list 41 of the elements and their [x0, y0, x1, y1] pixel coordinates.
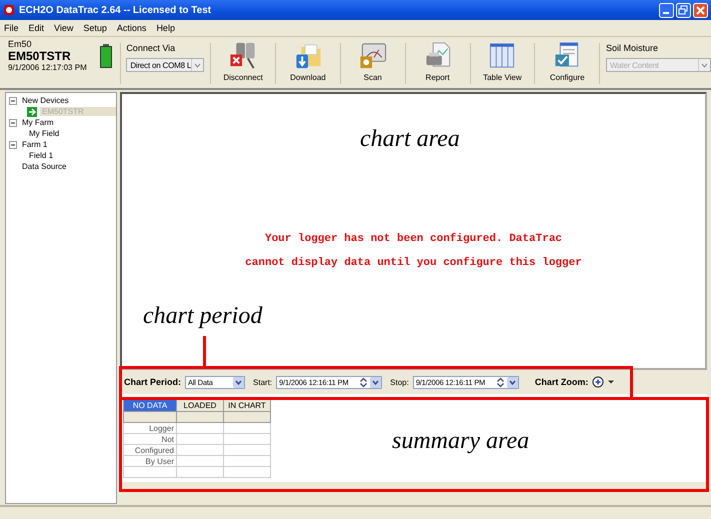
tree-item[interactable]: New Devices [20, 96, 71, 105]
tree-item[interactable]: My Field [27, 129, 62, 138]
tree-item[interactable]: Farm 1 [20, 140, 50, 149]
menu-item[interactable]: Edit [28, 23, 44, 33]
chart-period-label: Chart Period: [124, 377, 182, 387]
tree-item[interactable]: Field 1 [27, 151, 56, 160]
toolbar-button[interactable]: Configure [541, 39, 594, 88]
row-label: By User [124, 456, 176, 466]
device-model: Em50 [8, 39, 33, 49]
row-label: Logger [124, 422, 176, 434]
column-header[interactable]: LOADED [176, 400, 224, 412]
tree-item[interactable]: Data Source [20, 162, 68, 171]
stop-label: Stop: [390, 378, 409, 386]
annotation-label: summary area [392, 428, 530, 455]
menu-item[interactable]: File [4, 23, 19, 33]
soil-moisture-label: Soil Moisture [606, 43, 660, 53]
start-label: Start: [253, 378, 272, 386]
annotation-label: chart area [360, 126, 460, 153]
chart-message: cannot display data until you configure this logger [245, 257, 582, 269]
annotation-label: chart period [143, 303, 262, 330]
toolbar-button[interactable]: Report [412, 39, 464, 88]
connection-dropdown[interactable]: Direct on COM8 L [126, 58, 204, 72]
column-header[interactable]: IN CHART [224, 400, 270, 412]
menu-item[interactable]: Help [156, 23, 175, 33]
menu-item[interactable]: Actions [116, 23, 146, 33]
toolbar-button[interactable]: Table View [476, 39, 528, 88]
connect-label: Connect Via [126, 43, 176, 53]
menu-item[interactable]: Setup [83, 23, 107, 33]
toolbar-button[interactable]: Disconnect [217, 39, 270, 88]
toolbar-button[interactable]: Download [282, 39, 334, 88]
row-label: Configured [124, 444, 176, 456]
column-header[interactable]: NO DATA [124, 400, 176, 412]
toolbar-button[interactable]: Scan [346, 39, 399, 88]
chart-message: Your logger has not been configured. DataTrac [264, 233, 562, 245]
device-name: EM50TSTR [8, 49, 72, 63]
row-label: Not [124, 434, 176, 444]
chart-zoom-label: Chart Zoom: [534, 377, 588, 387]
tree-item[interactable]: My Farm [20, 118, 56, 127]
window-title: ECH2O DataTrac 2.64 -- Licensed to Test [19, 4, 212, 16]
menu-item[interactable]: View [54, 23, 74, 33]
device-time: 9/1/2006 12:17:03 PM [8, 63, 88, 72]
